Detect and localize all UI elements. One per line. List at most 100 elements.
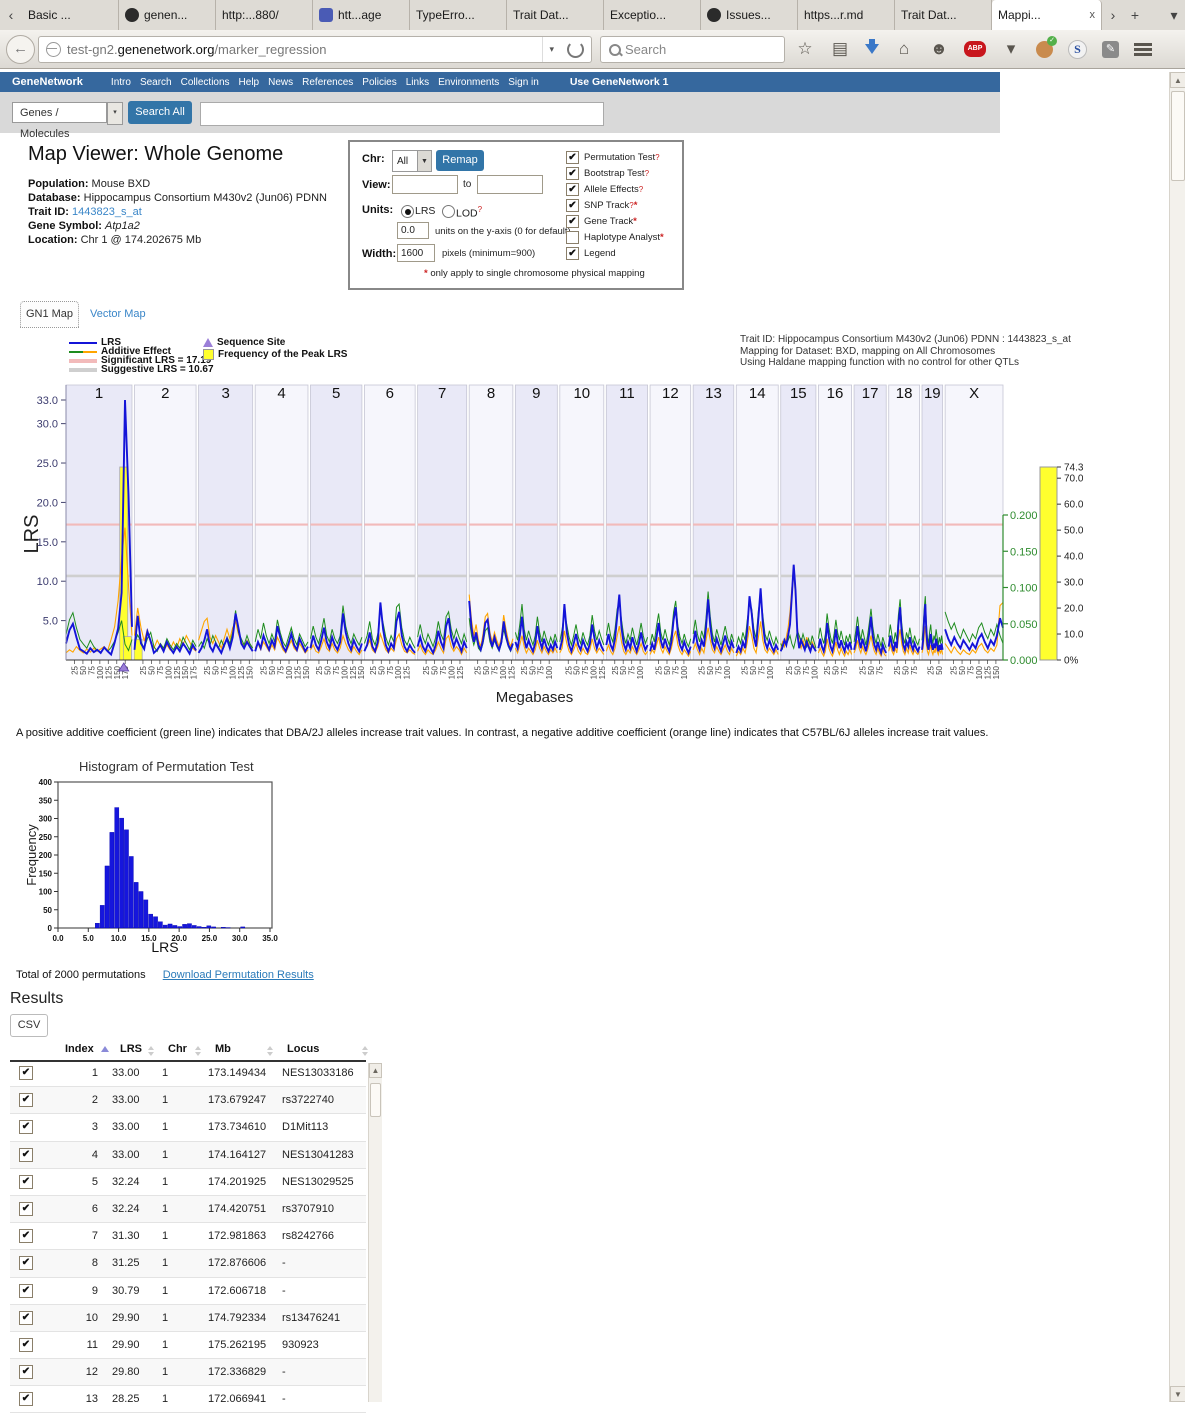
sort-icon[interactable]	[195, 1046, 202, 1056]
browser-tab[interactable]: https...r.md	[798, 0, 895, 30]
help-icon[interactable]: ?	[639, 185, 643, 194]
lrs-radio[interactable]	[401, 205, 414, 218]
row-checkbox[interactable]: ✔	[19, 1256, 33, 1270]
browser-search-field[interactable]: Search	[600, 36, 785, 63]
genenetwork-brand[interactable]: GeneNetwork	[12, 76, 83, 88]
checkbox-legend[interactable]: ✔	[566, 247, 579, 260]
y-units-input[interactable]	[397, 222, 429, 239]
tab-gn1-map[interactable]: GN1 Map	[20, 301, 79, 328]
chat-icon[interactable]: ☻	[929, 39, 949, 59]
help-icon[interactable]: ?	[655, 153, 659, 162]
nav-item-help[interactable]: Help	[239, 77, 260, 88]
page-scroll-down-icon[interactable]: ▼	[1170, 1386, 1185, 1402]
back-button[interactable]: ←	[6, 35, 35, 64]
nav-item-news[interactable]: News	[268, 77, 293, 88]
reload-icon[interactable]	[567, 41, 584, 58]
browser-tab[interactable]: Basic ...	[22, 0, 119, 30]
row-checkbox[interactable]: ✔	[19, 1284, 33, 1298]
tab-overflow-button[interactable]: ›	[1102, 0, 1124, 30]
browser-tab[interactable]: TypeErro...	[410, 0, 507, 30]
column-header-lrs[interactable]: LRS	[120, 1043, 142, 1055]
nav-item-search[interactable]: Search	[140, 77, 172, 88]
nav-item-intro[interactable]: Intro	[111, 77, 131, 88]
search-category-select[interactable]: Genes / Molecules	[12, 102, 107, 123]
remap-button[interactable]: Remap	[436, 150, 484, 171]
column-header-chr[interactable]: Chr	[168, 1043, 187, 1055]
row-checkbox[interactable]: ✔	[19, 1148, 33, 1162]
row-checkbox[interactable]: ✔	[19, 1392, 33, 1406]
browser-tab[interactable]: htt...age	[313, 0, 410, 30]
s-extension-icon[interactable]: S	[1068, 40, 1087, 59]
checkbox-haplotype-analyst[interactable]	[566, 231, 579, 244]
tab-list-button[interactable]: ▾	[1163, 0, 1185, 30]
checkbox-snp-track[interactable]: ✔	[566, 199, 579, 212]
row-checkbox[interactable]: ✔	[19, 1229, 33, 1243]
sort-icon[interactable]	[362, 1046, 369, 1056]
sort-icon[interactable]	[267, 1046, 274, 1056]
table-scrollbar[interactable]: ▲	[368, 1063, 382, 1402]
help-icon[interactable]: ?	[645, 169, 649, 178]
use-genenetwork1-link[interactable]: Use GeneNetwork 1	[570, 76, 669, 88]
nav-item-policies[interactable]: Policies	[362, 77, 396, 88]
chromosome-select[interactable]: All▼	[392, 150, 432, 172]
nav-item-references[interactable]: References	[302, 77, 353, 88]
view-to-input[interactable]	[477, 175, 543, 194]
column-header-locus[interactable]: Locus	[287, 1043, 319, 1055]
row-checkbox[interactable]: ✔	[19, 1365, 33, 1379]
search-all-button[interactable]: Search All	[128, 101, 192, 124]
browser-tab[interactable]: Trait Dat...	[895, 0, 992, 30]
edit-extension-icon[interactable]: ✎	[1102, 41, 1119, 58]
browser-tab[interactable]: Issues...	[701, 0, 798, 30]
home-icon[interactable]: ⌂	[894, 39, 914, 59]
downloads-arrow-icon[interactable]	[865, 44, 879, 54]
download-permutation-link[interactable]: Download Permutation Results	[163, 969, 314, 981]
site-identity-icon[interactable]	[46, 42, 61, 57]
adblock-plus-icon[interactable]: ABP	[964, 41, 986, 57]
column-header-mb[interactable]: Mb	[215, 1043, 231, 1055]
row-checkbox[interactable]: ✔	[19, 1093, 33, 1107]
table-scrollbar-thumb[interactable]	[370, 1083, 381, 1117]
row-checkbox[interactable]: ✔	[19, 1311, 33, 1325]
nav-item-environments[interactable]: Environments	[438, 77, 499, 88]
nav-item-collections[interactable]: Collections	[181, 77, 230, 88]
url-bar[interactable]: test-gn2.genenetwork.org/marker_regressi…	[38, 36, 592, 63]
page-scrollbar[interactable]: ▲ ▼	[1169, 72, 1185, 1402]
row-checkbox[interactable]: ✔	[19, 1066, 33, 1080]
sort-asc-icon[interactable]	[101, 1046, 109, 1052]
browser-tab[interactable]: Exceptio...	[604, 0, 701, 30]
bookmark-star-icon[interactable]: ☆	[795, 39, 815, 59]
width-input[interactable]	[397, 244, 435, 262]
nav-item-sign-in[interactable]: Sign in	[508, 77, 539, 88]
browser-tab[interactable]: http:...880/	[216, 0, 313, 30]
menu-hamburger-icon[interactable]	[1134, 43, 1152, 56]
browser-tab[interactable]: Trait Dat...	[507, 0, 604, 30]
page-scrollbar-thumb[interactable]	[1171, 91, 1185, 181]
view-from-input[interactable]	[392, 175, 458, 194]
help-icon[interactable]: ?	[478, 205, 482, 214]
checkbox-permutation-test[interactable]: ✔	[566, 151, 579, 164]
row-checkbox[interactable]: ✔	[19, 1175, 33, 1189]
checkbox-allele-effects[interactable]: ✔	[566, 183, 579, 196]
trait-id-link[interactable]: 1443823_s_at	[72, 206, 142, 218]
row-checkbox[interactable]: ✔	[19, 1202, 33, 1216]
table-scroll-up-icon[interactable]: ▲	[369, 1063, 382, 1078]
bookmarks-clipboard-icon[interactable]: ▤	[830, 39, 850, 59]
csv-button[interactable]: CSV	[10, 1014, 48, 1037]
global-search-input[interactable]	[200, 102, 604, 126]
close-icon[interactable]: x	[1090, 9, 1096, 21]
new-tab-button[interactable]: +	[1124, 0, 1146, 30]
row-checkbox[interactable]: ✔	[19, 1120, 33, 1134]
search-category-caret[interactable]: ▾	[107, 102, 123, 125]
tab-scroll-left-button[interactable]: ‹	[0, 0, 22, 30]
checkbox-gene-track[interactable]: ✔	[566, 215, 579, 228]
tab-vector-map[interactable]: Vector Map	[90, 308, 146, 320]
url-dropdown-caret[interactable]: ▾	[542, 37, 560, 62]
lod-radio[interactable]	[442, 205, 455, 218]
browser-tab-active[interactable]: Mappi...x	[992, 0, 1102, 30]
nav-item-links[interactable]: Links	[406, 77, 429, 88]
sort-icon[interactable]	[148, 1046, 155, 1056]
browser-tab[interactable]: genen...	[119, 0, 216, 30]
column-header-index[interactable]: Index	[65, 1043, 94, 1055]
row-checkbox[interactable]: ✔	[19, 1338, 33, 1352]
page-scroll-up-icon[interactable]: ▲	[1170, 72, 1185, 88]
